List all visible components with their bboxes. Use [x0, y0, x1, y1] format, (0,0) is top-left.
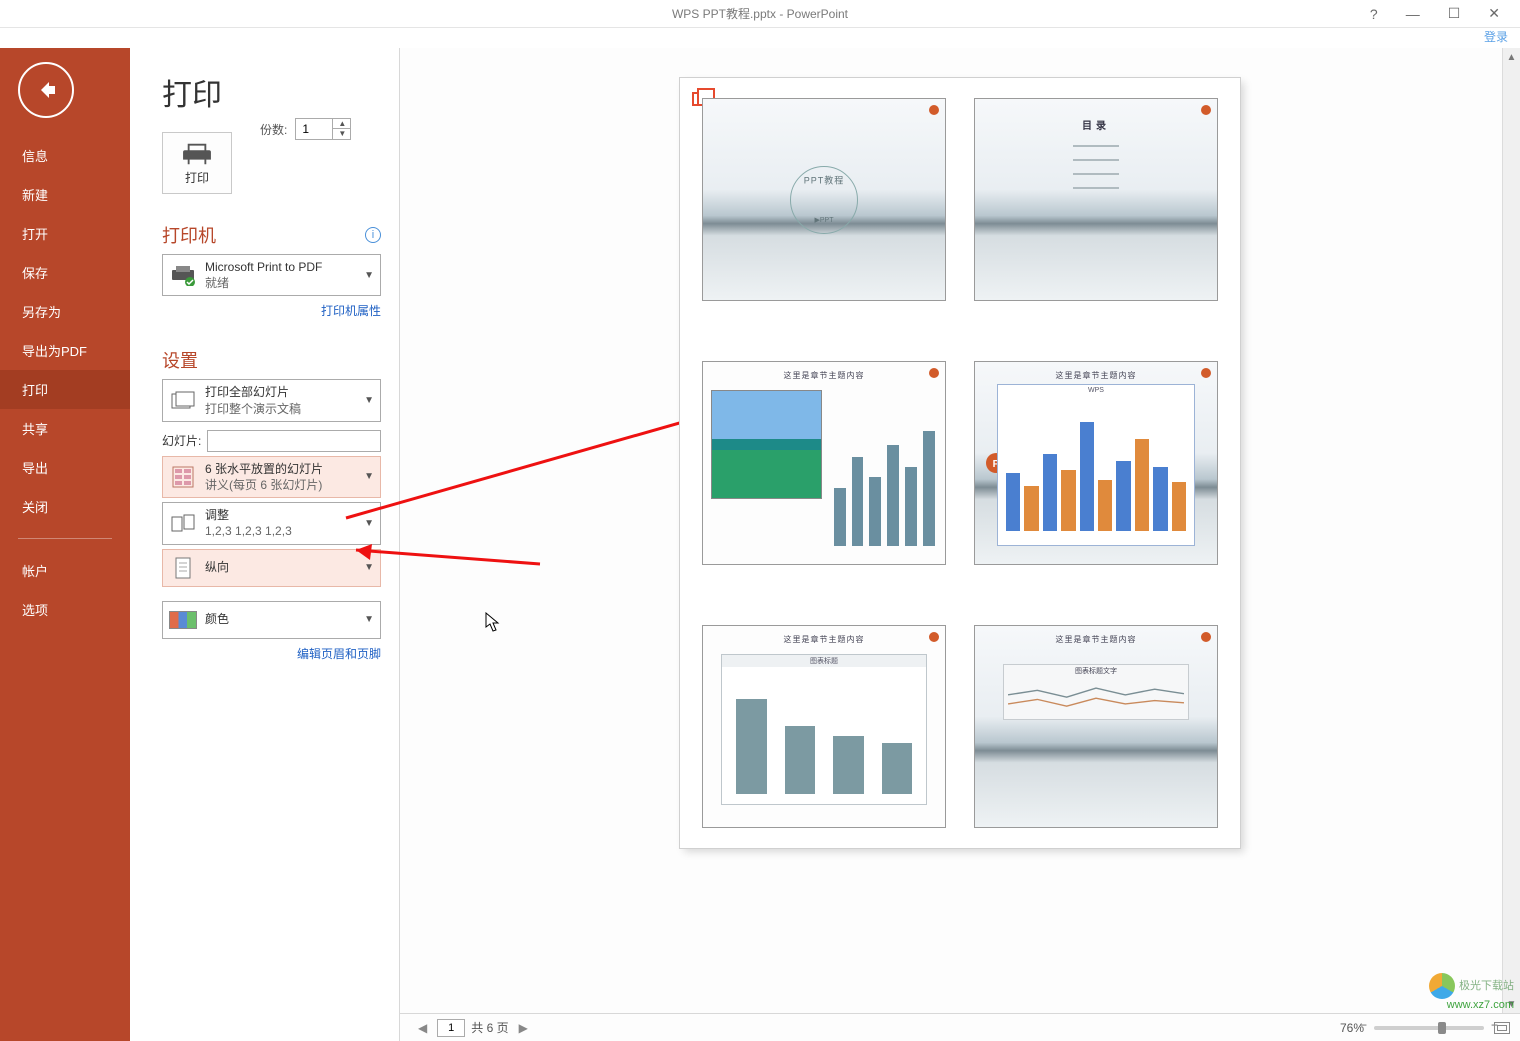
print-button[interactable]: 打印 [162, 132, 232, 194]
help-button[interactable]: ? [1370, 6, 1378, 22]
collate-title: 调整 [205, 507, 292, 523]
printer-status: 就绪 [205, 275, 322, 291]
copies-up[interactable]: ▲ [333, 119, 351, 129]
color-icon [169, 606, 197, 634]
chevron-down-icon: ▼ [364, 614, 374, 625]
prev-page-button[interactable]: ◀ [414, 1021, 431, 1035]
zoom-handle[interactable] [1438, 1022, 1446, 1034]
collate-sub: 1,2,3 1,2,3 1,2,3 [205, 523, 292, 539]
print-preview: PPT教程 ▶PPT 目录 这里是章节主题内容 [400, 48, 1520, 1041]
printer-icon [182, 141, 212, 167]
chevron-down-icon: ▼ [364, 562, 374, 573]
printer-section-title: 打印机 i [162, 222, 381, 248]
fit-to-window-button[interactable] [1494, 1022, 1510, 1034]
handout-6-icon [169, 463, 197, 491]
slide-thumb-4: 这里是章节主题内容 P WPS [974, 361, 1218, 564]
sidebar-item-options[interactable]: 选项 [0, 590, 130, 629]
range-title: 打印全部幻灯片 [205, 384, 301, 400]
maximize-button[interactable]: ☐ [1448, 5, 1461, 22]
print-settings-panel: 打印 打印 份数: ▲ ▼ 打印机 i Microsoft Pri [130, 48, 400, 1041]
slide-thumb-6: 这里是章节主题内容 图表标题文字 [974, 625, 1218, 828]
sidebar-item-export[interactable]: 导出 [0, 448, 130, 487]
layout-select[interactable]: 6 张水平放置的幻灯片 讲义(每页 6 张幻灯片) ▼ [162, 456, 381, 498]
layout-title: 6 张水平放置的幻灯片 [205, 461, 323, 477]
printer-select[interactable]: Microsoft Print to PDF 就绪 ▼ [162, 254, 381, 296]
copies-down[interactable]: ▼ [333, 129, 351, 139]
preview-status-bar: ◀ 共 6 页 ▶ 76% − + [400, 1013, 1520, 1041]
sidebar-item-saveas[interactable]: 另存为 [0, 292, 130, 331]
copies-spinner[interactable]: ▲ ▼ [295, 118, 351, 140]
sidebar-item-exportpdf[interactable]: 导出为PDF [0, 331, 130, 370]
minimize-button[interactable]: — [1406, 6, 1420, 22]
sidebar-item-new[interactable]: 新建 [0, 175, 130, 214]
slides-label: 幻灯片: [162, 432, 201, 449]
settings-section-title: 设置 [162, 347, 381, 373]
portrait-icon [169, 554, 197, 582]
close-button[interactable]: ✕ [1488, 5, 1500, 22]
printer-status-icon [169, 261, 197, 289]
title-bar: WPS PPT教程.pptx - PowerPoint ? — ☐ ✕ [0, 0, 1520, 28]
scroll-down[interactable]: ▼ [1503, 995, 1520, 1013]
range-sub: 打印整个演示文稿 [205, 401, 301, 417]
backstage-sidebar: 信息 新建 打开 保存 另存为 导出为PDF 打印 共享 导出 关闭 帐户 选项 [0, 48, 130, 1041]
printer-properties-link[interactable]: 打印机属性 [321, 304, 381, 318]
sidebar-item-open[interactable]: 打开 [0, 214, 130, 253]
orientation-title: 纵向 [205, 559, 229, 575]
printer-info-icon[interactable]: i [365, 227, 381, 243]
orientation-select[interactable]: 纵向 ▼ [162, 549, 381, 587]
chevron-down-icon: ▼ [364, 518, 374, 529]
zoom-out[interactable]: − [1360, 1018, 1367, 1032]
zoom-slider[interactable]: − + [1374, 1026, 1484, 1030]
next-page-button[interactable]: ▶ [515, 1021, 532, 1035]
print-button-label: 打印 [185, 169, 209, 186]
copies-label: 份数: [260, 121, 287, 138]
page-number-input[interactable] [437, 1019, 465, 1037]
back-button[interactable] [18, 62, 74, 118]
page-title: 打印 [162, 70, 381, 114]
collate-select[interactable]: 调整 1,2,3 1,2,3 1,2,3 ▼ [162, 502, 381, 544]
sidebar-item-info[interactable]: 信息 [0, 136, 130, 175]
slide-thumb-2: 目录 [974, 98, 1218, 301]
slides-input[interactable] [207, 430, 381, 452]
app-title: WPS PPT教程.pptx - PowerPoint [672, 5, 848, 22]
chevron-down-icon: ▼ [364, 270, 374, 281]
preview-page: PPT教程 ▶PPT 目录 这里是章节主题内容 [680, 78, 1240, 848]
chevron-down-icon: ▼ [364, 471, 374, 482]
sidebar-item-account[interactable]: 帐户 [0, 551, 130, 590]
sidebar-item-share[interactable]: 共享 [0, 409, 130, 448]
sidebar-item-print[interactable]: 打印 [0, 370, 130, 409]
scroll-up[interactable]: ▲ [1503, 48, 1520, 66]
preview-scrollbar[interactable]: ▲ ▼ [1502, 48, 1520, 1013]
login-link[interactable]: 登录 [0, 28, 1520, 48]
color-title: 颜色 [205, 611, 229, 627]
page-total: 共 6 页 [471, 1019, 508, 1036]
layout-sub: 讲义(每页 6 张幻灯片) [205, 477, 323, 493]
sidebar-separator [18, 538, 112, 539]
collate-icon [169, 509, 197, 537]
printer-name: Microsoft Print to PDF [205, 259, 322, 275]
slide-thumb-1: PPT教程 ▶PPT [702, 98, 946, 301]
slide-thumb-3: 这里是章节主题内容 [702, 361, 946, 564]
edit-header-footer-link[interactable]: 编辑页眉和页脚 [297, 647, 381, 661]
color-select[interactable]: 颜色 ▼ [162, 601, 381, 639]
copies-input[interactable] [296, 122, 332, 136]
print-range-select[interactable]: 打印全部幻灯片 打印整个演示文稿 ▼ [162, 379, 381, 421]
sidebar-item-save[interactable]: 保存 [0, 253, 130, 292]
slide-thumb-5: 这里是章节主题内容 图表标题 [702, 625, 946, 828]
chevron-down-icon: ▼ [364, 395, 374, 406]
slides-icon [169, 387, 197, 415]
sidebar-item-close[interactable]: 关闭 [0, 487, 130, 526]
